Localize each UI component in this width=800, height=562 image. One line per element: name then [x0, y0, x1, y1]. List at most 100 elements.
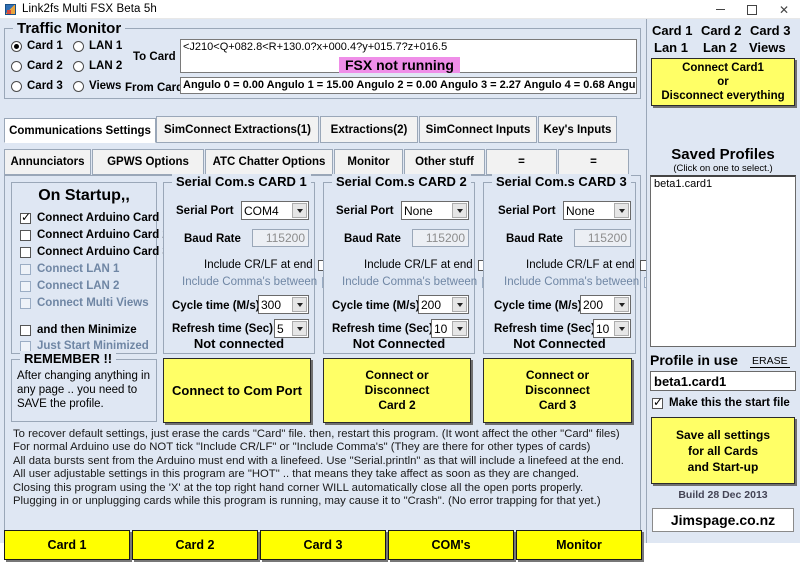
card-2-serial-port-value: None [404, 203, 433, 218]
connect-card1-disconnect-everything-button[interactable]: Connect Card1 or Disconnect everything [651, 58, 795, 106]
list-item[interactable]: beta1.card1 [651, 177, 795, 191]
minimize-button[interactable] [704, 0, 736, 19]
checkbox-icon [20, 263, 31, 275]
card-3-crlf-checkbox[interactable]: Include CR/LF at end [526, 259, 651, 271]
card-2-comma-checkbox[interactable]: Include Comma's between [342, 276, 494, 288]
radio-label: LAN 2 [89, 60, 123, 72]
card-1-status: Not connected [193, 336, 285, 351]
window-title-bar: Link2fs Multi FSX Beta 5h ✕ [0, 0, 800, 19]
card-2-comma-label: Include Comma's between [342, 276, 478, 288]
card-1-crlf-label: Include CR/LF at end [204, 259, 313, 271]
sidebar-label-views: Views [749, 40, 786, 55]
close-button[interactable]: ✕ [768, 0, 800, 19]
radio-card-1[interactable]: Card 1 [11, 40, 63, 52]
remember-legend: REMEMBER !! [20, 351, 117, 366]
chevron-down-icon[interactable] [292, 203, 307, 218]
card-2-serial-port-select[interactable]: None [401, 201, 469, 220]
window-controls: ✕ [704, 0, 800, 19]
tab-simconnect-extractions-1[interactable]: SimConnect Extractions(1) [156, 116, 319, 143]
card-2-crlf-checkbox[interactable]: Include CR/LF at end [364, 259, 489, 271]
tab-blank-1[interactable]: = [486, 149, 557, 175]
bottom-button-card-3[interactable]: Card 3 [260, 530, 386, 560]
connect-disconnect-card-2-button[interactable]: Connect or Disconnect Card 2 [323, 358, 471, 423]
bottom-button-card-1[interactable]: Card 1 [4, 530, 130, 560]
tab-gpws-options[interactable]: GPWS Options [92, 149, 204, 175]
bottom-button-card-2[interactable]: Card 2 [132, 530, 258, 560]
erase-button[interactable]: ERASE [750, 355, 790, 368]
radio-card-2[interactable]: Card 2 [11, 60, 63, 72]
app-body: Traffic Monitor Card 1 Card 2 Card 3 LAN… [0, 19, 800, 560]
checkbox-label: Connect Arduino Card 1 [37, 212, 169, 224]
sidebar-label-lan-2: Lan 2 [703, 40, 737, 55]
tab-monitor[interactable]: Monitor [334, 149, 403, 175]
checkbox-icon [20, 324, 31, 336]
checkbox-connect-lan-1[interactable]: Connect LAN 1 [20, 263, 119, 275]
card-1-crlf-checkbox[interactable]: Include CR/LF at end [204, 259, 329, 271]
make-start-label: Make this the start file [669, 397, 790, 409]
checkbox-connect-arduino-card-1[interactable]: Connect Arduino Card 1 [20, 211, 169, 224]
card-1-comma-label: Include Comma's between [182, 276, 318, 288]
chevron-down-icon[interactable] [452, 297, 467, 312]
card-3-comma-label: Include Comma's between [504, 276, 640, 288]
checkbox-and-then-minimize[interactable]: and then Minimize [20, 324, 137, 336]
checkbox-connect-multi-views[interactable]: Connect Multi Views [20, 297, 149, 309]
save-all-settings-button[interactable]: Save all settings for all Cards and Star… [651, 417, 795, 484]
chevron-down-icon[interactable] [292, 297, 307, 312]
connect-to-com-port-button[interactable]: Connect to Com Port [163, 358, 311, 423]
radio-label: Card 2 [27, 60, 63, 72]
chevron-down-icon[interactable] [614, 203, 629, 218]
card-2-legend: Serial Com.s CARD 2 [332, 174, 471, 189]
radio-card-3[interactable]: Card 3 [11, 80, 63, 92]
card-2-cycle-select[interactable]: 200 [418, 295, 469, 314]
tab-blank-2[interactable]: = [558, 149, 629, 175]
card-1-serial-port-select[interactable]: COM4 [241, 201, 309, 220]
card-1-refresh-label: Refresh time (Sec) [172, 323, 273, 335]
tab-annunciators[interactable]: Annunciators [4, 149, 91, 175]
checkbox-icon [20, 246, 31, 258]
tab-other-stuff[interactable]: Other stuff [404, 149, 485, 175]
to-card-label: To Card [133, 51, 176, 63]
saved-profiles-list[interactable]: beta1.card1 [650, 175, 796, 347]
card-1-comma-checkbox[interactable]: Include Comma's between [182, 276, 334, 288]
card-1-cycle-value: 300 [261, 297, 282, 312]
card-3-comma-checkbox[interactable]: Include Comma's between [504, 276, 656, 288]
from-card-textbox[interactable]: Angulo 0 = 0.00 Angulo 1 = 15.00 Angulo … [180, 77, 637, 94]
radio-views[interactable]: Views [73, 80, 121, 92]
radio-icon [73, 80, 84, 92]
connect-disconnect-card-3-button[interactable]: Connect or Disconnect Card 3 [483, 358, 632, 423]
tab-simconnect-inputs[interactable]: SimConnect Inputs [419, 116, 537, 143]
bottom-button-bar: Card 1 Card 2 Card 3 COM's Monitor [0, 530, 646, 562]
app-icon [5, 3, 16, 15]
card-2-serial-port-label: Serial Port [336, 205, 394, 217]
card-1-cycle-select[interactable]: 300 [258, 295, 309, 314]
tab-communications-settings[interactable]: Communications Settings [4, 118, 156, 143]
checkbox-connect-arduino-card-3[interactable]: Connect Arduino Card 3 [20, 246, 169, 258]
card-3-crlf-label: Include CR/LF at end [526, 259, 635, 271]
card-3-cycle-select[interactable]: 200 [580, 295, 631, 314]
tab-extractions-2[interactable]: Extractions(2) [320, 116, 418, 143]
jimspage-link[interactable]: Jimspage.co.nz [652, 508, 794, 532]
radio-icon [73, 60, 84, 72]
tab-atc-chatter-options[interactable]: ATC Chatter Options [205, 149, 333, 175]
chevron-down-icon[interactable] [614, 321, 629, 336]
checkbox-make-this-the-start-file[interactable]: Make this the start file [652, 396, 790, 409]
remember-group: REMEMBER !! After changing anything in a… [11, 351, 157, 422]
chevron-down-icon[interactable] [452, 203, 467, 218]
card-3-serial-port-select[interactable]: None [563, 201, 631, 220]
main-left-column: Traffic Monitor Card 1 Card 2 Card 3 LAN… [0, 19, 656, 560]
profile-in-use-value[interactable]: beta1.card1 [650, 371, 796, 391]
bottom-button-coms[interactable]: COM's [388, 530, 514, 560]
radio-lan-1[interactable]: LAN 1 [73, 40, 122, 52]
checkbox-connect-arduino-card-2[interactable]: Connect Arduino Card 2 [20, 229, 169, 241]
chevron-down-icon[interactable] [452, 321, 467, 336]
tab-keys-inputs[interactable]: Key's Inputs [538, 116, 617, 143]
chevron-down-icon[interactable] [292, 321, 307, 336]
bottom-button-monitor[interactable]: Monitor [516, 530, 642, 560]
checkbox-connect-lan-2[interactable]: Connect LAN 2 [20, 280, 119, 292]
maximize-button[interactable] [736, 0, 768, 19]
saved-profiles-subtitle: (Click on one to select.) [673, 163, 773, 174]
serial-card-3-group: Serial Com.s CARD 3 Serial Port None Bau… [483, 174, 656, 354]
chevron-down-icon[interactable] [614, 297, 629, 312]
radio-lan-2[interactable]: LAN 2 [73, 60, 122, 72]
radio-icon [11, 40, 22, 52]
